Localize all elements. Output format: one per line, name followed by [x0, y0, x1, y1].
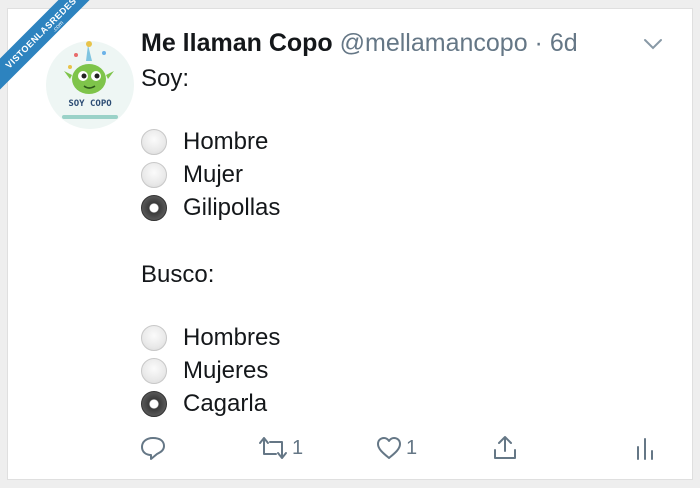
section-soy: Soy: — [141, 65, 190, 92]
radio-selected-icon — [141, 195, 167, 221]
retweet-count: 1 — [292, 436, 304, 459]
tweet-time[interactable]: 6d — [550, 29, 578, 57]
share-button[interactable] — [490, 431, 520, 465]
radio-icon — [141, 325, 167, 351]
option-cagarla: Cagarla — [141, 388, 267, 420]
radio-icon — [141, 162, 167, 188]
share-icon — [494, 436, 516, 459]
like-button[interactable]: 1 — [374, 431, 417, 465]
radio-selected-icon — [141, 391, 167, 417]
option-label: Mujer — [183, 161, 244, 188]
avatar-label: SOY COPO — [68, 99, 112, 109]
radio-icon — [141, 129, 167, 155]
heart-icon — [377, 437, 401, 459]
retweet-icon — [259, 437, 287, 459]
tweet-card: SOY COPO Me llaman Copo @mellamancopo · … — [7, 8, 693, 480]
reply-button[interactable] — [138, 431, 168, 465]
option-gilipollas: Gilipollas — [141, 192, 280, 224]
user-handle[interactable]: @mellamancopo — [340, 29, 528, 57]
option-mujer: Mujer — [141, 159, 243, 191]
option-label: Mujeres — [183, 357, 269, 384]
option-label: Gilipollas — [183, 194, 281, 221]
user-name[interactable]: Me llaman Copo — [141, 29, 333, 57]
analytics-icon — [637, 438, 653, 460]
like-count: 1 — [406, 436, 418, 459]
separator: · — [527, 29, 550, 57]
retweet-button[interactable]: 1 — [256, 431, 303, 465]
reply-icon — [141, 437, 165, 460]
option-mujeres: Mujeres — [141, 355, 268, 387]
avatar-base — [62, 115, 118, 119]
analytics-button[interactable] — [633, 431, 657, 465]
tweet-header: Me llaman Copo @mellamancopo · 6d — [141, 29, 578, 58]
avatar[interactable]: SOY COPO — [46, 41, 134, 129]
section-busco: Busco: — [141, 261, 215, 288]
option-label: Cagarla — [183, 390, 268, 417]
option-hombre: Hombre — [141, 126, 268, 158]
radio-icon — [141, 358, 167, 384]
chevron-down-icon[interactable] — [642, 35, 664, 53]
option-label: Hombre — [183, 128, 269, 155]
option-label: Hombres — [183, 324, 281, 351]
option-hombres: Hombres — [141, 322, 280, 354]
